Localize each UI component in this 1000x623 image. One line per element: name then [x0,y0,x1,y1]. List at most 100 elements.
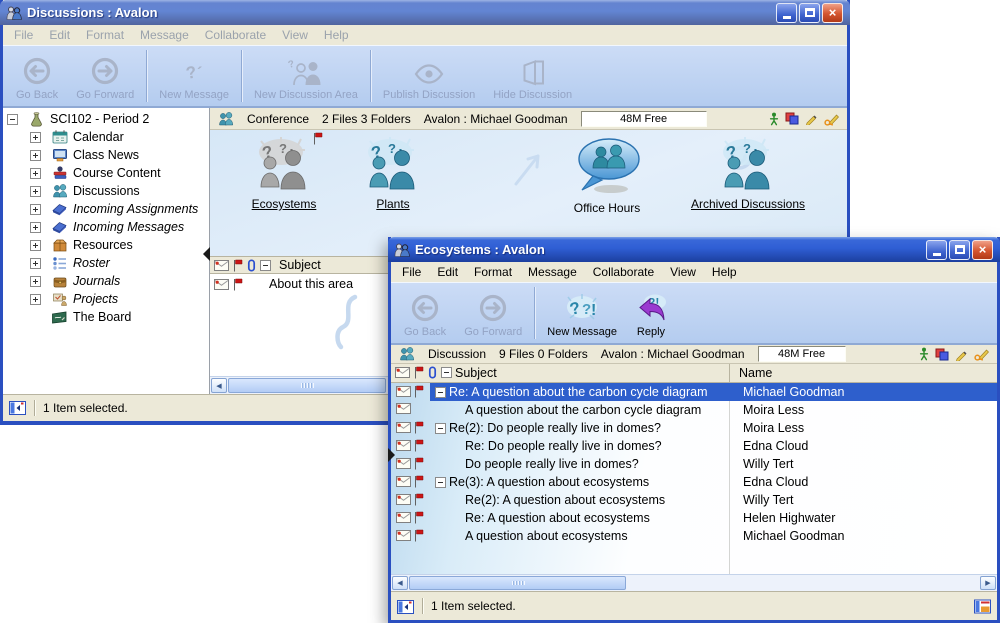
collapse-thread-box[interactable] [435,477,446,488]
go-back-button[interactable]: Go Back [7,47,67,105]
menu-file[interactable]: File [6,28,41,42]
layers-icon[interactable] [935,348,949,361]
titlebar-discussions[interactable]: Discussions : Avalon × [0,0,850,25]
expand-box[interactable] [30,294,41,305]
roster-icon [52,256,68,270]
hide-door-icon [519,59,546,86]
new-discussion-area-button[interactable]: ?New Discussion Area [245,47,367,105]
desktop-item-archived-discussions[interactable]: ??!Archived Discussions [662,136,834,211]
permissions-pencil-key-icon[interactable] [824,112,840,126]
infobar-icons [769,112,840,126]
desktop-item-ecosystems[interactable]: ??!Ecosystems [232,136,336,211]
expand-box[interactable] [30,204,41,215]
desktop-item-office-hours[interactable]: Office Hours [548,136,666,215]
collapse-all-box[interactable] [441,367,452,378]
close-button[interactable]: × [822,3,843,23]
scroll-left-button[interactable]: ◀ [392,576,408,590]
expand-box[interactable] [30,240,41,251]
tree-item-incoming-messages[interactable]: Incoming Messages [3,218,209,236]
tree-item-incoming-assignments[interactable]: Incoming Assignments [3,200,209,218]
message-row[interactable]: Re(3): A question about ecosystemsEdna C… [391,473,997,491]
tree-item-course-content[interactable]: Course Content [3,164,209,182]
edit-pencil-icon[interactable] [955,348,968,361]
tree-item-roster[interactable]: Roster [3,254,209,272]
tree-item-discussions[interactable]: Discussions [3,182,209,200]
message-row[interactable]: A question about the carbon cycle diagra… [391,401,997,419]
tree-item-journals[interactable]: Journals [3,272,209,290]
envelope-icon [396,475,411,488]
scroll-right-button[interactable]: ▶ [980,576,996,590]
message-row[interactable]: Re(2): Do people really live in domes?Mo… [391,419,997,437]
tree-item-sci102-period-2[interactable]: SCI102 - Period 2 [3,110,209,128]
desktop-item-plants[interactable]: ??!Plants [348,136,438,211]
expand-box[interactable] [30,168,41,179]
message-row[interactable]: A question about ecosystemsMichael Goodm… [391,527,997,545]
board-icon [51,310,68,325]
content-icon [52,165,68,181]
expand-box[interactable] [30,222,41,233]
online-user-icon[interactable] [919,347,929,361]
maximize-button[interactable] [799,3,820,23]
view-layout-icon[interactable] [974,599,991,614]
list-item-about-this-area[interactable]: About this area [210,274,847,293]
flag-icon [414,439,424,452]
maximize-button[interactable] [949,240,970,260]
scroll-thumb[interactable] [228,378,386,393]
panel-toggle-icon[interactable] [397,599,414,614]
permissions-pencil-key-icon[interactable] [974,347,990,361]
scroll-left-button[interactable]: ◀ [211,378,227,393]
message-row[interactable]: Re: A question about ecosystemsHelen Hig… [391,509,997,527]
hide-discussion-button[interactable]: Hide Discussion [484,47,581,105]
menu-collaborate[interactable]: Collaborate [197,28,274,42]
online-user-icon[interactable] [769,112,779,126]
toolbar-button-label: New Discussion Area [254,89,358,101]
column-divider[interactable] [729,364,730,382]
expand-box[interactable] [30,258,41,269]
menu-view[interactable]: View [274,28,316,42]
collapse-box[interactable] [7,114,18,125]
message-row[interactable]: Re: Do people really live in domes?Edna … [391,437,997,455]
header-icons [395,366,452,379]
tree-item-resources[interactable]: Resources [3,236,209,254]
tree-item-label: Resources [73,238,133,252]
collapse-all-box[interactable] [260,260,271,271]
tree-item-class-news[interactable]: Class News [3,146,209,164]
tree-item-the-board[interactable]: The Board [3,308,209,326]
publish-discussion-button[interactable]: Publish Discussion [374,47,484,105]
tree-item-projects[interactable]: Projects [3,290,209,308]
tree-item-calendar[interactable]: Calendar [3,128,209,146]
minimize-button[interactable] [776,3,797,23]
subject-column-label[interactable]: Subject [455,366,497,380]
menu-format[interactable]: Format [78,28,132,42]
menu-message[interactable]: Message [132,28,197,42]
new-message-button[interactable]: ?´New Message [150,47,238,105]
discussion-counts: 9 Files 0 Folders [499,347,588,361]
tree-item-label: SCI102 - Period 2 [50,112,149,126]
message-row[interactable]: Re: A question about the carbon cycle di… [391,383,997,401]
edit-pencil-icon[interactable] [805,112,818,125]
expand-box[interactable] [30,276,41,287]
close-button[interactable]: × [972,240,993,260]
message-row[interactable]: Do people really live in domes?Willy Ter… [391,455,997,473]
expand-box[interactable] [30,132,41,143]
go-forward-button[interactable]: Go Forward [67,47,143,105]
message-row[interactable]: Re(2): A question about ecosystemsWilly … [391,491,997,509]
collapse-thread-box[interactable] [435,387,446,398]
splitter-collapse-arrow[interactable] [388,448,395,462]
collapse-thread-box[interactable] [435,423,446,434]
folder-tree-panel: SCI102 - Period 2 CalendarClass NewsCours… [3,108,210,394]
new-message-icon: ??! [564,294,600,323]
message-list-header[interactable]: Subject Name [391,364,997,383]
splitter-collapse-arrow[interactable] [203,247,210,261]
expand-box[interactable] [30,150,41,161]
layers-icon[interactable] [785,112,799,125]
panel-toggle-icon[interactable] [9,400,26,415]
titlebar-ecosystems[interactable]: Ecosystems : Avalon × [388,237,1000,262]
menu-edit[interactable]: Edit [41,28,78,42]
name-column-label[interactable]: Name [739,366,772,380]
expand-box[interactable] [30,186,41,197]
minimize-button[interactable] [926,240,947,260]
scroll-thumb[interactable] [409,576,626,590]
message-author: Moira Less [743,421,804,435]
menu-help[interactable]: Help [316,28,357,42]
